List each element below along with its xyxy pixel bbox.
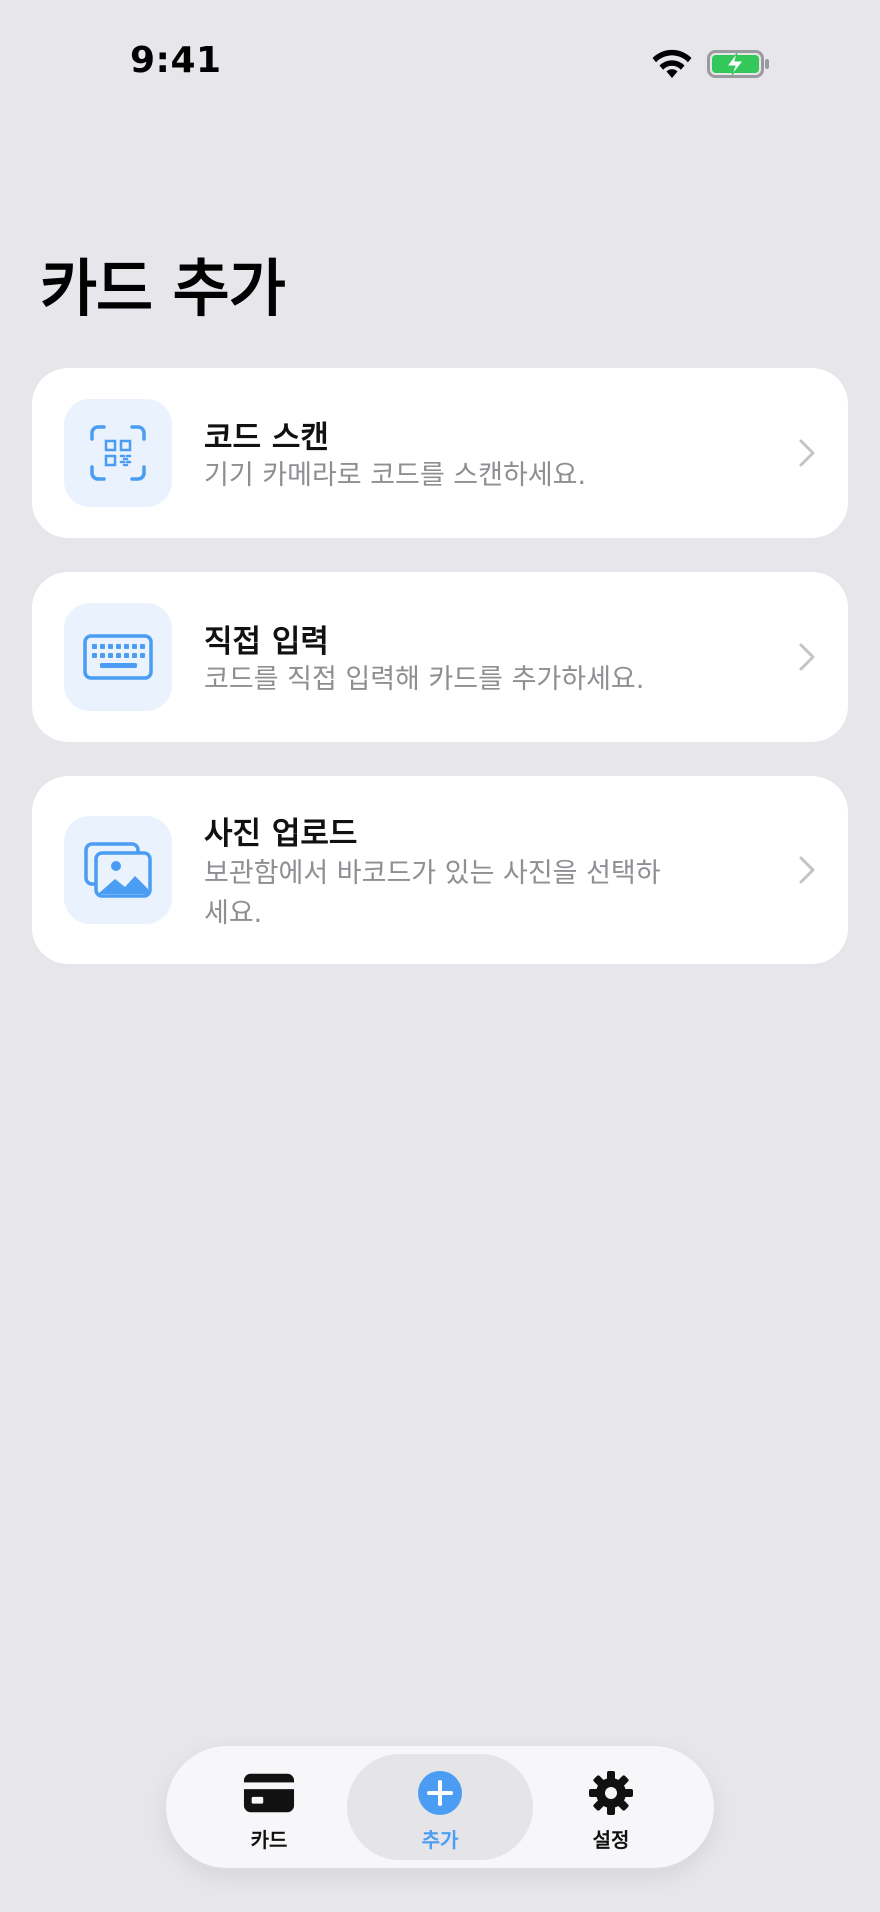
card-icon: [243, 1773, 295, 1813]
option-subtitle: 보관함에서 바코드가 있는 사진을 선택하세요.: [204, 858, 661, 929]
page-title: 카드 추가: [40, 252, 286, 325]
keyboard-icon: [83, 634, 153, 680]
gear-icon: [589, 1771, 633, 1815]
option-subtitle: 기기 카메라로 코드를 스캔하세요.: [204, 460, 587, 491]
photos-icon: [84, 842, 152, 898]
option-manual-entry[interactable]: 직접 입력 코드를 직접 입력해 카드를 추가하세요.: [32, 572, 848, 742]
plus-circle-icon: [418, 1771, 462, 1815]
option-subtitle: 코드를 직접 입력해 카드를 추가하세요.: [204, 664, 645, 695]
battery-charging-icon: [707, 50, 769, 78]
tab-settings[interactable]: 설정: [536, 1754, 686, 1860]
option-title: 사진 업로드: [204, 816, 358, 852]
tab-label: 설정: [592, 1828, 630, 1852]
wifi-icon: [652, 49, 692, 78]
chevron-right-icon: [799, 439, 815, 467]
option-title: 직접 입력: [204, 624, 329, 660]
tab-label: 카드: [250, 1828, 288, 1852]
chevron-right-icon: [799, 856, 815, 884]
option-scan-code[interactable]: 코드 스캔 기기 카메라로 코드를 스캔하세요.: [32, 368, 848, 538]
icon-tile: [64, 399, 172, 507]
icon-tile: [64, 816, 172, 924]
qr-scan-icon: [90, 425, 146, 481]
tab-add[interactable]: 추가: [347, 1754, 533, 1860]
tab-label: 추가: [421, 1828, 459, 1852]
icon-tile: [64, 603, 172, 711]
option-title: 코드 스캔: [204, 420, 329, 456]
chevron-right-icon: [799, 643, 815, 671]
tab-cards[interactable]: 카드: [194, 1754, 344, 1860]
status-time: 9:41: [130, 40, 222, 81]
add-card-screen: 9:41 카드 추가 코드 스캔 기기 카메라로 코드를 스캔하세요. 직접 입…: [0, 0, 880, 1912]
tab-bar: 카드 추가 설정: [166, 1746, 714, 1868]
option-photo-upload[interactable]: 사진 업로드 보관함에서 바코드가 있는 사진을 선택하세요.: [32, 776, 848, 964]
